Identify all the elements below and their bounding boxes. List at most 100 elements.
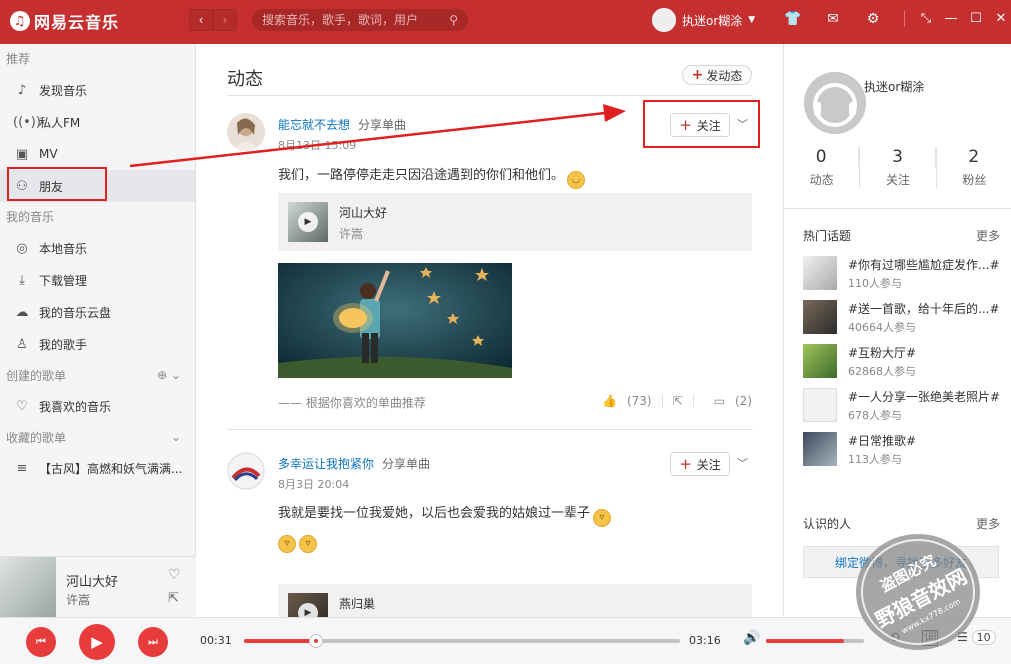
sidebar-item-liked[interactable]: ♡ 我喜欢的音乐: [0, 390, 195, 422]
avatar[interactable]: [652, 8, 676, 32]
smile-emoji-icon: ◡: [567, 171, 586, 189]
share-icon[interactable]: ⇱: [168, 591, 179, 606]
progress-bar[interactable]: [244, 634, 680, 648]
progress-handle[interactable]: [308, 634, 323, 648]
song-cover[interactable]: ▶: [288, 202, 328, 242]
topic-item[interactable]: #你有过哪些尴尬症发作...# 110人参与: [803, 256, 1000, 292]
song-title[interactable]: 燕归巢: [339, 595, 375, 612]
previous-button[interactable]: ⏮: [26, 627, 56, 657]
play-icon[interactable]: ▶: [298, 212, 318, 232]
share-icon[interactable]: ⇱: [673, 394, 683, 408]
sidebar-item-label: 下载管理: [39, 273, 88, 288]
section-label: 创建的歌单: [6, 368, 67, 383]
comment-icon: ▭: [713, 394, 725, 408]
playlist-button[interactable]: ☰ 10: [957, 630, 996, 645]
sidebar-item-downloads[interactable]: ⤓ 下载管理: [0, 264, 195, 296]
skin-icon[interactable]: 👕: [784, 10, 802, 28]
sidebar-item-playlist[interactable]: ≡ 【古风】高燃和妖气满满...: [0, 452, 195, 484]
search-box[interactable]: ⚲: [252, 9, 468, 31]
song-title[interactable]: 河山大好: [339, 204, 387, 221]
divider: [661, 395, 663, 407]
people-header: 认识的人 更多: [803, 515, 1000, 532]
next-button[interactable]: ⏭: [138, 627, 168, 657]
grin-emoji-icon: ▿: [593, 509, 612, 527]
stat-followers[interactable]: 2 粉丝: [937, 147, 1011, 188]
maximize-icon[interactable]: ☐: [968, 9, 984, 27]
post-image[interactable]: [278, 263, 512, 378]
topic-name[interactable]: #你有过哪些尴尬症发作...#: [848, 256, 1000, 273]
follow-button[interactable]: + 关注: [670, 452, 730, 476]
shared-song[interactable]: ▶ 燕归巢 许嵩: [278, 584, 752, 617]
topic-cover: [803, 300, 837, 334]
volume-slider[interactable]: [766, 639, 864, 643]
bind-weibo-button[interactable]: 绑定微博，寻找更多好友: [803, 546, 999, 578]
sidebar-item-local[interactable]: ◎ 本地音乐: [0, 232, 195, 264]
topic-item[interactable]: #一人分享一张绝美老照片# 678人参与: [803, 388, 1000, 424]
lyrics-button[interactable]: 词: [922, 630, 938, 646]
shared-song[interactable]: ▶ 河山大好 许嵩: [278, 193, 752, 251]
sidebar-item-discover[interactable]: ♪ 发现音乐: [0, 74, 195, 106]
mail-icon[interactable]: ✉: [824, 10, 842, 28]
album-cover[interactable]: [0, 557, 56, 618]
play-icon[interactable]: ▶: [298, 603, 318, 617]
now-playing-card[interactable]: 河山大好 许嵩 ♡ ⇱: [0, 556, 196, 618]
stat-label: 动态: [809, 173, 834, 187]
song-cover[interactable]: ▶: [288, 593, 328, 617]
topic-item[interactable]: #送一首歌，给十年后的...# 40664人参与: [803, 300, 1000, 336]
profile-username[interactable]: 执迷or糊涂: [864, 78, 924, 95]
forward-button[interactable]: ›: [213, 9, 237, 31]
topic-name[interactable]: #互粉大厅#: [848, 344, 1000, 361]
app-logo[interactable]: ♫ 网易云音乐: [10, 9, 119, 33]
avatar[interactable]: [227, 113, 265, 151]
search-input[interactable]: [262, 13, 432, 27]
gear-icon[interactable]: ⚙: [864, 10, 882, 28]
play-button[interactable]: ▶: [79, 624, 115, 660]
heart-icon[interactable]: ♡: [168, 567, 181, 583]
sidebar-item-mv[interactable]: ▣ MV: [0, 138, 195, 170]
topic-cover: [803, 256, 837, 290]
title-bar: ♫ 网易云音乐 ‹ › ⚲ 执迷or糊涂 ▼ 👕 ✉ ⚙ ⤡ — ☐ ✕: [0, 0, 1011, 44]
avatar[interactable]: [227, 452, 265, 490]
volume-icon[interactable]: 🔊: [743, 630, 760, 646]
feed-post: 多幸运让我抱紧你 分享单曲 8月3日 20:04 + 关注 ﹀ 我就是要找一位我爱她…: [227, 452, 753, 617]
sidebar-item-cloud[interactable]: ☁ 我的音乐云盘: [0, 296, 195, 328]
more-link[interactable]: 更多: [976, 515, 1000, 532]
repeat-icon[interactable]: ⟲: [888, 630, 900, 646]
now-playing-title[interactable]: 河山大好: [66, 571, 118, 590]
like-button[interactable]: 👍 (73): [592, 394, 652, 408]
topic-item[interactable]: #互粉大厅# 62868人参与: [803, 344, 1000, 380]
user-menu[interactable]: 执迷or糊涂 ▼: [652, 8, 755, 32]
post-author[interactable]: 多幸运让我抱紧你 分享单曲: [278, 455, 430, 472]
chevron-down-icon[interactable]: ⌄: [171, 430, 181, 444]
back-button[interactable]: ‹: [189, 9, 213, 31]
author-name[interactable]: 多幸运让我抱紧你: [278, 457, 374, 471]
now-playing-artist[interactable]: 许嵩: [66, 591, 90, 608]
sidebar-item-artists[interactable]: ♙ 我的歌手: [0, 328, 195, 360]
mini-mode-icon[interactable]: ⤡: [918, 9, 934, 27]
heart-icon: ♡: [16, 398, 28, 414]
author-name[interactable]: 能忘就不去想: [278, 118, 350, 132]
comment-button[interactable]: ▭ (2): [704, 394, 752, 408]
topic-count: 40664人参与: [848, 321, 916, 334]
sidebar-item-fm[interactable]: ((•)) 私人FM: [0, 106, 195, 138]
username[interactable]: 执迷or糊涂: [682, 12, 742, 29]
post-author[interactable]: 能忘就不去想 分享单曲: [278, 116, 406, 133]
topic-name[interactable]: #一人分享一张绝美老照片#: [848, 388, 1000, 405]
topic-name[interactable]: #日常推歌#: [848, 432, 1000, 449]
chevron-down-icon[interactable]: ﹀: [737, 455, 748, 471]
add-playlist-icon[interactable]: ⊕ ⌄: [157, 368, 181, 382]
search-icon[interactable]: ⚲: [449, 13, 458, 27]
profile-panel: 执迷or糊涂 0 动态 3 关注 2 粉丝 热门话题 更多 #你有过哪些尴尬症发作...…: [783, 44, 1011, 617]
topic-name[interactable]: #送一首歌，给十年后的...#: [848, 300, 1000, 317]
stat-following[interactable]: 3 关注: [860, 147, 937, 188]
minimize-icon[interactable]: —: [943, 9, 959, 27]
stat-posts[interactable]: 0 动态: [784, 147, 861, 188]
topic-cover: [803, 388, 837, 422]
topic-item[interactable]: #日常推歌# 113人参与: [803, 432, 1000, 468]
chevron-down-icon[interactable]: ▼: [748, 15, 755, 25]
avatar[interactable]: [804, 72, 866, 134]
close-icon[interactable]: ✕: [993, 9, 1009, 27]
song-artist[interactable]: 许嵩: [339, 225, 363, 242]
more-link[interactable]: 更多: [976, 227, 1000, 244]
post-button[interactable]: + 发动态: [682, 65, 752, 85]
